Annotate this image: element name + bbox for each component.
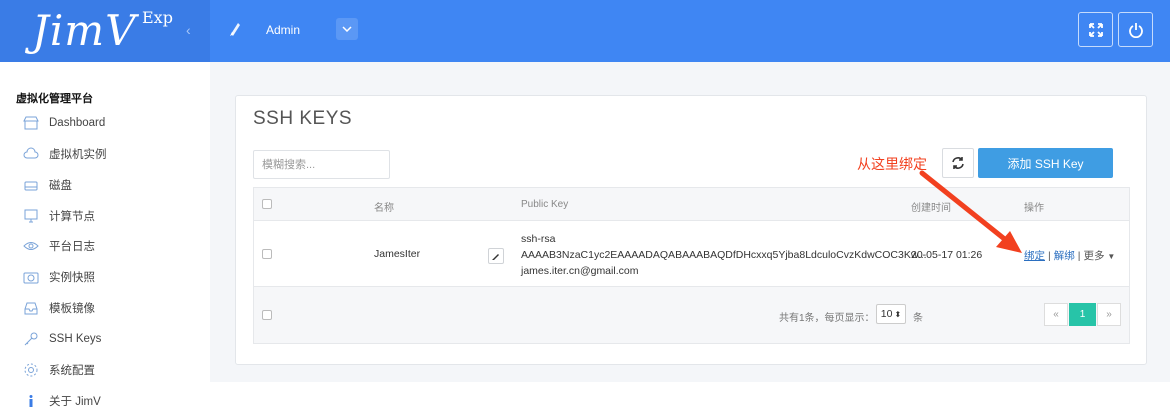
row-actions: 绑定 | 解绑 | 更多 ▼ — [1024, 248, 1115, 263]
monitor-icon — [22, 207, 40, 225]
sidebar-item-label: 模板镜像 — [49, 303, 95, 315]
key-type: ssh-rsa — [521, 233, 556, 245]
brand: JimV Exp ‹ — [0, 0, 210, 62]
sidebar-item-disks[interactable]: 磁盘 — [22, 175, 72, 195]
caret-down-icon: ▼ — [1107, 252, 1116, 261]
key-name: JamesIter — [374, 248, 421, 260]
key-icon — [22, 330, 40, 348]
logout-button[interactable] — [1118, 12, 1153, 47]
sidebar-item-instances[interactable]: 虚拟机实例 — [22, 144, 107, 164]
key-comment: james.iter.cn@gmail.com — [521, 265, 639, 277]
chevron-down-icon — [342, 26, 352, 32]
more-dropdown[interactable]: 更多 ▼ — [1083, 250, 1115, 262]
sidebar-item-logs[interactable]: 平台日志 — [22, 236, 95, 256]
sidebar-item-label: 实例快照 — [49, 272, 95, 284]
unbind-link[interactable]: 解绑 — [1054, 250, 1075, 262]
sidebar-item-templates[interactable]: 模板镜像 — [22, 298, 95, 318]
gear-icon — [22, 361, 40, 379]
select-all-checkbox[interactable] — [262, 199, 272, 209]
page-size-value: 10 — [880, 308, 893, 320]
sidebar-item-compute-nodes[interactable]: 计算节点 — [22, 206, 95, 226]
sidebar-item-label: 平台日志 — [49, 241, 95, 253]
row-checkbox[interactable] — [262, 249, 272, 259]
separator: | — [1077, 250, 1081, 262]
sidebar-item-label: 计算节点 — [49, 211, 95, 223]
sidebar-item-label: 系统配置 — [49, 365, 95, 377]
edition-label: Exp — [142, 8, 173, 27]
sidebar-item-label: 关于 JimV — [49, 396, 101, 408]
page-title: SSH KEYS — [253, 108, 353, 129]
sidebar-item-about[interactable]: 关于 JimV — [22, 391, 101, 411]
key-body: AAAAB3NzaC1yc2EAAAADAQABAAABAQDfDHcxxq5Y… — [521, 249, 927, 261]
more-label: 更多 — [1083, 250, 1105, 262]
user-icon — [230, 23, 240, 36]
sidebar-item-settings[interactable]: 系统配置 — [22, 360, 95, 380]
page-size-select[interactable]: 10 ⬍ — [876, 304, 906, 324]
info-icon — [22, 392, 40, 410]
logo: JimV — [32, 6, 137, 55]
sidebar-item-label: Dashboard — [49, 117, 106, 129]
pencil-icon — [492, 254, 499, 260]
column-header-public-key: Public Key — [521, 199, 569, 210]
table-footer: 共有1条，每页显示： 10 ⬍ 条 « 1 » — [254, 287, 1129, 343]
sidebar-item-snapshots[interactable]: 实例快照 — [22, 267, 95, 287]
eye-icon — [22, 237, 40, 255]
sidebar-item-label: 虚拟机实例 — [49, 149, 107, 161]
camera-icon — [22, 268, 40, 286]
footer-checkbox[interactable] — [262, 310, 272, 320]
cloud-icon — [22, 145, 40, 163]
disk-icon — [22, 176, 40, 194]
column-header-name: 名称 — [374, 203, 394, 214]
power-icon — [1128, 22, 1143, 38]
next-page-button[interactable]: » — [1097, 303, 1121, 326]
expand-icon — [1088, 22, 1103, 37]
updown-icon: ⬍ — [894, 309, 902, 319]
fullscreen-button[interactable] — [1078, 12, 1113, 47]
store-icon — [22, 114, 40, 132]
user-dropdown-button[interactable] — [336, 18, 358, 40]
user-name[interactable]: Admin — [266, 23, 300, 37]
prev-page-button[interactable]: « — [1044, 303, 1068, 326]
top-bar: JimV Exp ‹ Admin — [0, 0, 1170, 62]
separator: | — [1048, 250, 1051, 262]
sidebar-collapse-button[interactable]: ‹ — [186, 22, 191, 38]
page-size-unit: 条 — [913, 313, 923, 324]
page-1-button[interactable]: 1 — [1069, 303, 1096, 326]
edit-name-button[interactable] — [488, 248, 504, 264]
sidebar-item-label: 磁盘 — [49, 180, 72, 192]
sidebar-item-label: SSH Keys — [49, 333, 102, 345]
sidebar-title: 虚拟化管理平台 — [16, 93, 93, 105]
sidebar-item-dashboard[interactable]: Dashboard — [22, 113, 105, 133]
annotation-arrow — [919, 170, 1022, 253]
search-input[interactable] — [253, 150, 390, 179]
inbox-icon — [22, 299, 40, 317]
sidebar-item-ssh-keys[interactable]: SSH Keys — [22, 329, 101, 349]
pagination-info: 共有1条，每页显示： — [779, 313, 875, 324]
